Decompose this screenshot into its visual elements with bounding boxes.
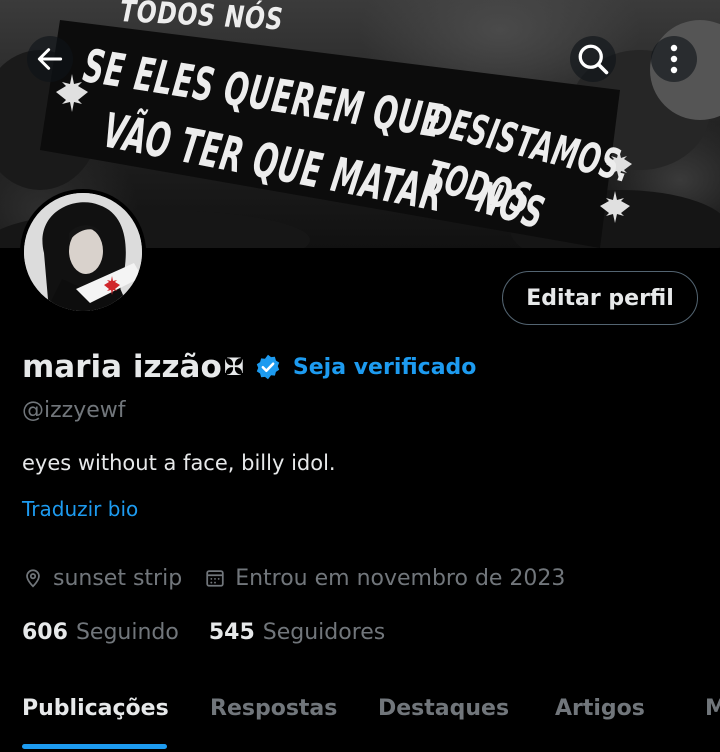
tab-posts[interactable]: Publicações: [22, 696, 169, 721]
location-text: sunset strip: [53, 565, 183, 591]
join-date-text: Entrou em novembro de 2023: [235, 565, 566, 591]
profile-tabs: Publicações Respostas Destaques Artigos …: [0, 680, 720, 752]
edit-profile-button[interactable]: Editar perfil: [502, 271, 698, 325]
search-icon: [578, 44, 609, 75]
following-label: Seguindo: [75, 619, 179, 645]
profile-meta: sunset strip Entrou em novembro de 2023: [22, 562, 565, 594]
followers-label: Seguidores: [262, 619, 386, 645]
avatar-photo: [24, 193, 142, 311]
verified-badge-icon: [254, 353, 282, 381]
active-tab-indicator: [22, 744, 167, 749]
arrow-left-icon: [37, 48, 63, 70]
user-handle: @izzyewf: [22, 398, 126, 423]
display-name: maria izzão: [22, 349, 222, 385]
following-link[interactable]: 606 Seguindo: [22, 620, 179, 645]
tab-replies[interactable]: Respostas: [210, 696, 337, 721]
avatar[interactable]: [20, 189, 146, 315]
followers-count: 545: [208, 619, 255, 645]
bio-text: eyes without a face, billy idol.: [22, 451, 336, 475]
location-pin-icon: [26, 569, 40, 588]
translate-bio-link[interactable]: Traduzir bio: [22, 497, 138, 521]
follow-stats: 606 Seguindo 545 Seguidores: [22, 616, 385, 648]
tab-highlights[interactable]: Destaques: [378, 696, 509, 721]
more-vertical-icon: [670, 44, 678, 74]
get-verified-link[interactable]: Seja verificado: [293, 355, 477, 380]
search-button[interactable]: [570, 36, 616, 82]
following-count: 606: [22, 619, 68, 645]
more-button[interactable]: [651, 36, 697, 82]
calendar-icon: [206, 570, 224, 587]
back-button[interactable]: [27, 36, 73, 82]
tab-articles[interactable]: Artigos: [555, 696, 645, 721]
maltese-cross-symbol: ✠: [223, 353, 244, 381]
tab-media[interactable]: M: [705, 696, 720, 721]
name-row: maria izzão ✠ Seja verificado: [22, 346, 476, 388]
followers-link[interactable]: 545 Seguidores: [209, 620, 385, 645]
